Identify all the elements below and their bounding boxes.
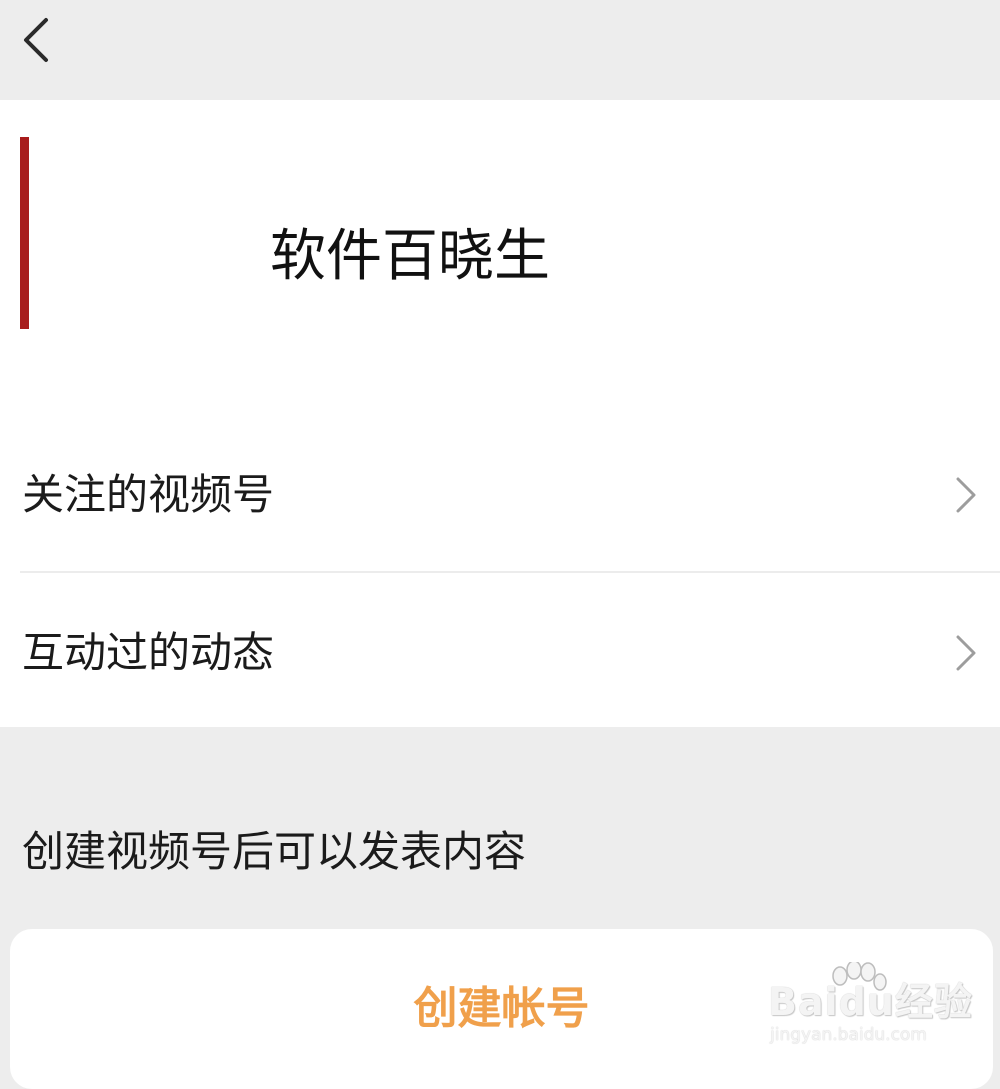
menu-item-interacted-posts[interactable]: 互动过的动态 xyxy=(0,579,1000,727)
create-account-card: 创建帐号 xyxy=(10,929,993,1089)
top-navigation-bar xyxy=(0,0,1000,100)
create-account-button[interactable]: 创建帐号 xyxy=(10,977,993,1041)
menu-item-label: 互动过的动态 xyxy=(22,628,275,677)
accent-bar xyxy=(20,137,29,329)
chevron-left-icon xyxy=(24,18,48,62)
menu-item-followed-channels[interactable]: 关注的视频号 xyxy=(0,421,1000,569)
chevron-right-icon xyxy=(956,635,976,671)
create-hint-text: 创建视频号后可以发表内容 xyxy=(22,827,527,876)
chevron-right-icon xyxy=(956,477,976,513)
profile-header: 软件百晓生 xyxy=(20,137,580,329)
divider xyxy=(20,571,1000,573)
profile-name: 软件百晓生 xyxy=(270,224,550,289)
back-button[interactable] xyxy=(14,10,64,70)
content-panel: 软件百晓生 关注的视频号 互动过的动态 xyxy=(0,100,1000,727)
menu-item-label: 关注的视频号 xyxy=(22,470,275,519)
